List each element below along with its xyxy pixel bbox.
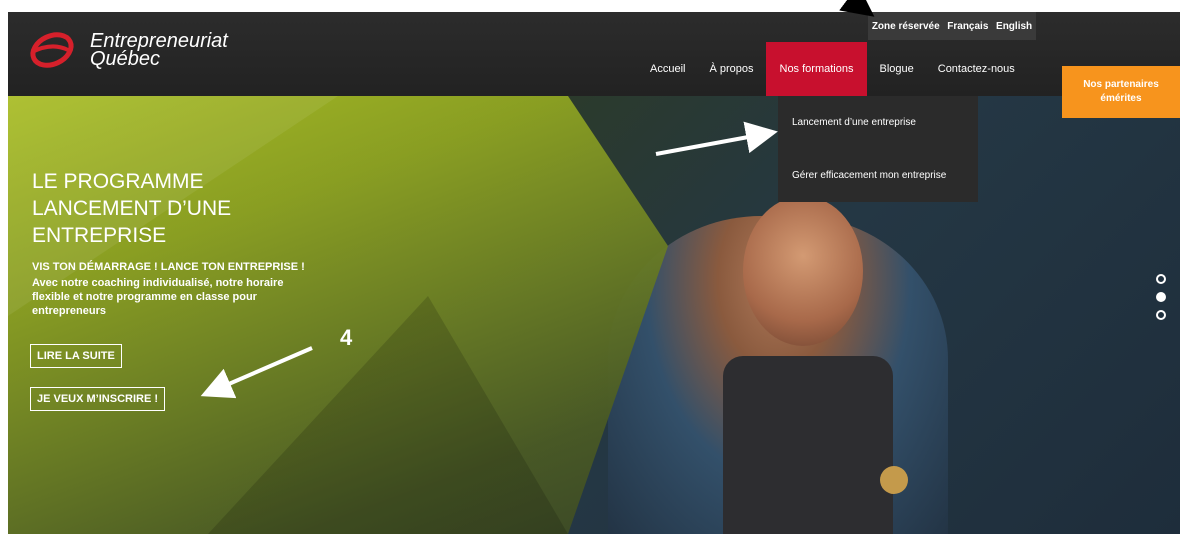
browser-viewport: Entrepreneuriat Québec Zone réservée Fra… bbox=[8, 12, 1180, 534]
logo-mark-icon bbox=[30, 32, 74, 68]
dropdown-item-gerer[interactable]: Gérer efficacement mon entreprise bbox=[778, 149, 978, 202]
hero-subtitle: VIS TON DÉMARRAGE ! LANCE TON ENTREPRISE… bbox=[32, 261, 305, 273]
dropdown-item-lancement[interactable]: Lancement d’une entreprise bbox=[778, 96, 978, 149]
carousel-dot[interactable] bbox=[1156, 310, 1166, 320]
main-nav: Accueil À propos Nos formations Blogue C… bbox=[638, 42, 1027, 96]
nav-item-accueil[interactable]: Accueil bbox=[638, 42, 697, 96]
logo-line-2: Québec bbox=[90, 48, 161, 70]
nav-item-nos-formations[interactable]: Nos formations bbox=[765, 42, 868, 96]
nav-item-contactez-nous[interactable]: Contactez-nous bbox=[926, 42, 1027, 96]
partners-button[interactable]: Nos partenaires émérites bbox=[1062, 66, 1180, 118]
nav-item-a-propos[interactable]: À propos bbox=[697, 42, 765, 96]
utility-nav: Zone réservée Français English bbox=[868, 12, 1036, 40]
utility-english[interactable]: English bbox=[996, 21, 1032, 32]
carousel-dots bbox=[1156, 274, 1170, 324]
hero-photo-person bbox=[743, 196, 863, 346]
hero-title: LE PROGRAMME LANCEMENT D’UNE ENTREPRISE bbox=[32, 170, 232, 247]
hero-photo-pin bbox=[880, 466, 908, 494]
carousel-dot[interactable] bbox=[1156, 274, 1166, 284]
utility-francais[interactable]: Français bbox=[947, 21, 988, 32]
utility-zone-reservee[interactable]: Zone réservée bbox=[872, 21, 940, 32]
nav-item-blogue[interactable]: Blogue bbox=[867, 42, 925, 96]
register-button[interactable]: JE VEUX M’INSCRIRE ! bbox=[30, 387, 166, 411]
formations-dropdown: Lancement d’une entreprise Gérer efficac… bbox=[778, 96, 978, 202]
logo-text: Entrepreneuriat Québec bbox=[90, 31, 228, 70]
site-logo[interactable]: Entrepreneuriat Québec bbox=[28, 30, 228, 70]
hero-photo-apron bbox=[723, 356, 893, 534]
annotation-arrow-zone bbox=[839, 0, 875, 17]
hero-description: Avec notre coaching individualisé, notre… bbox=[32, 277, 284, 317]
carousel-dot-active[interactable] bbox=[1156, 292, 1166, 302]
read-more-button[interactable]: LIRE LA SUITE bbox=[30, 344, 122, 368]
annotation-step-label: 4 bbox=[340, 325, 353, 350]
partners-label: Nos partenaires émérites bbox=[1083, 79, 1159, 104]
site-header: Entrepreneuriat Québec Zone réservée Fra… bbox=[8, 12, 1180, 96]
